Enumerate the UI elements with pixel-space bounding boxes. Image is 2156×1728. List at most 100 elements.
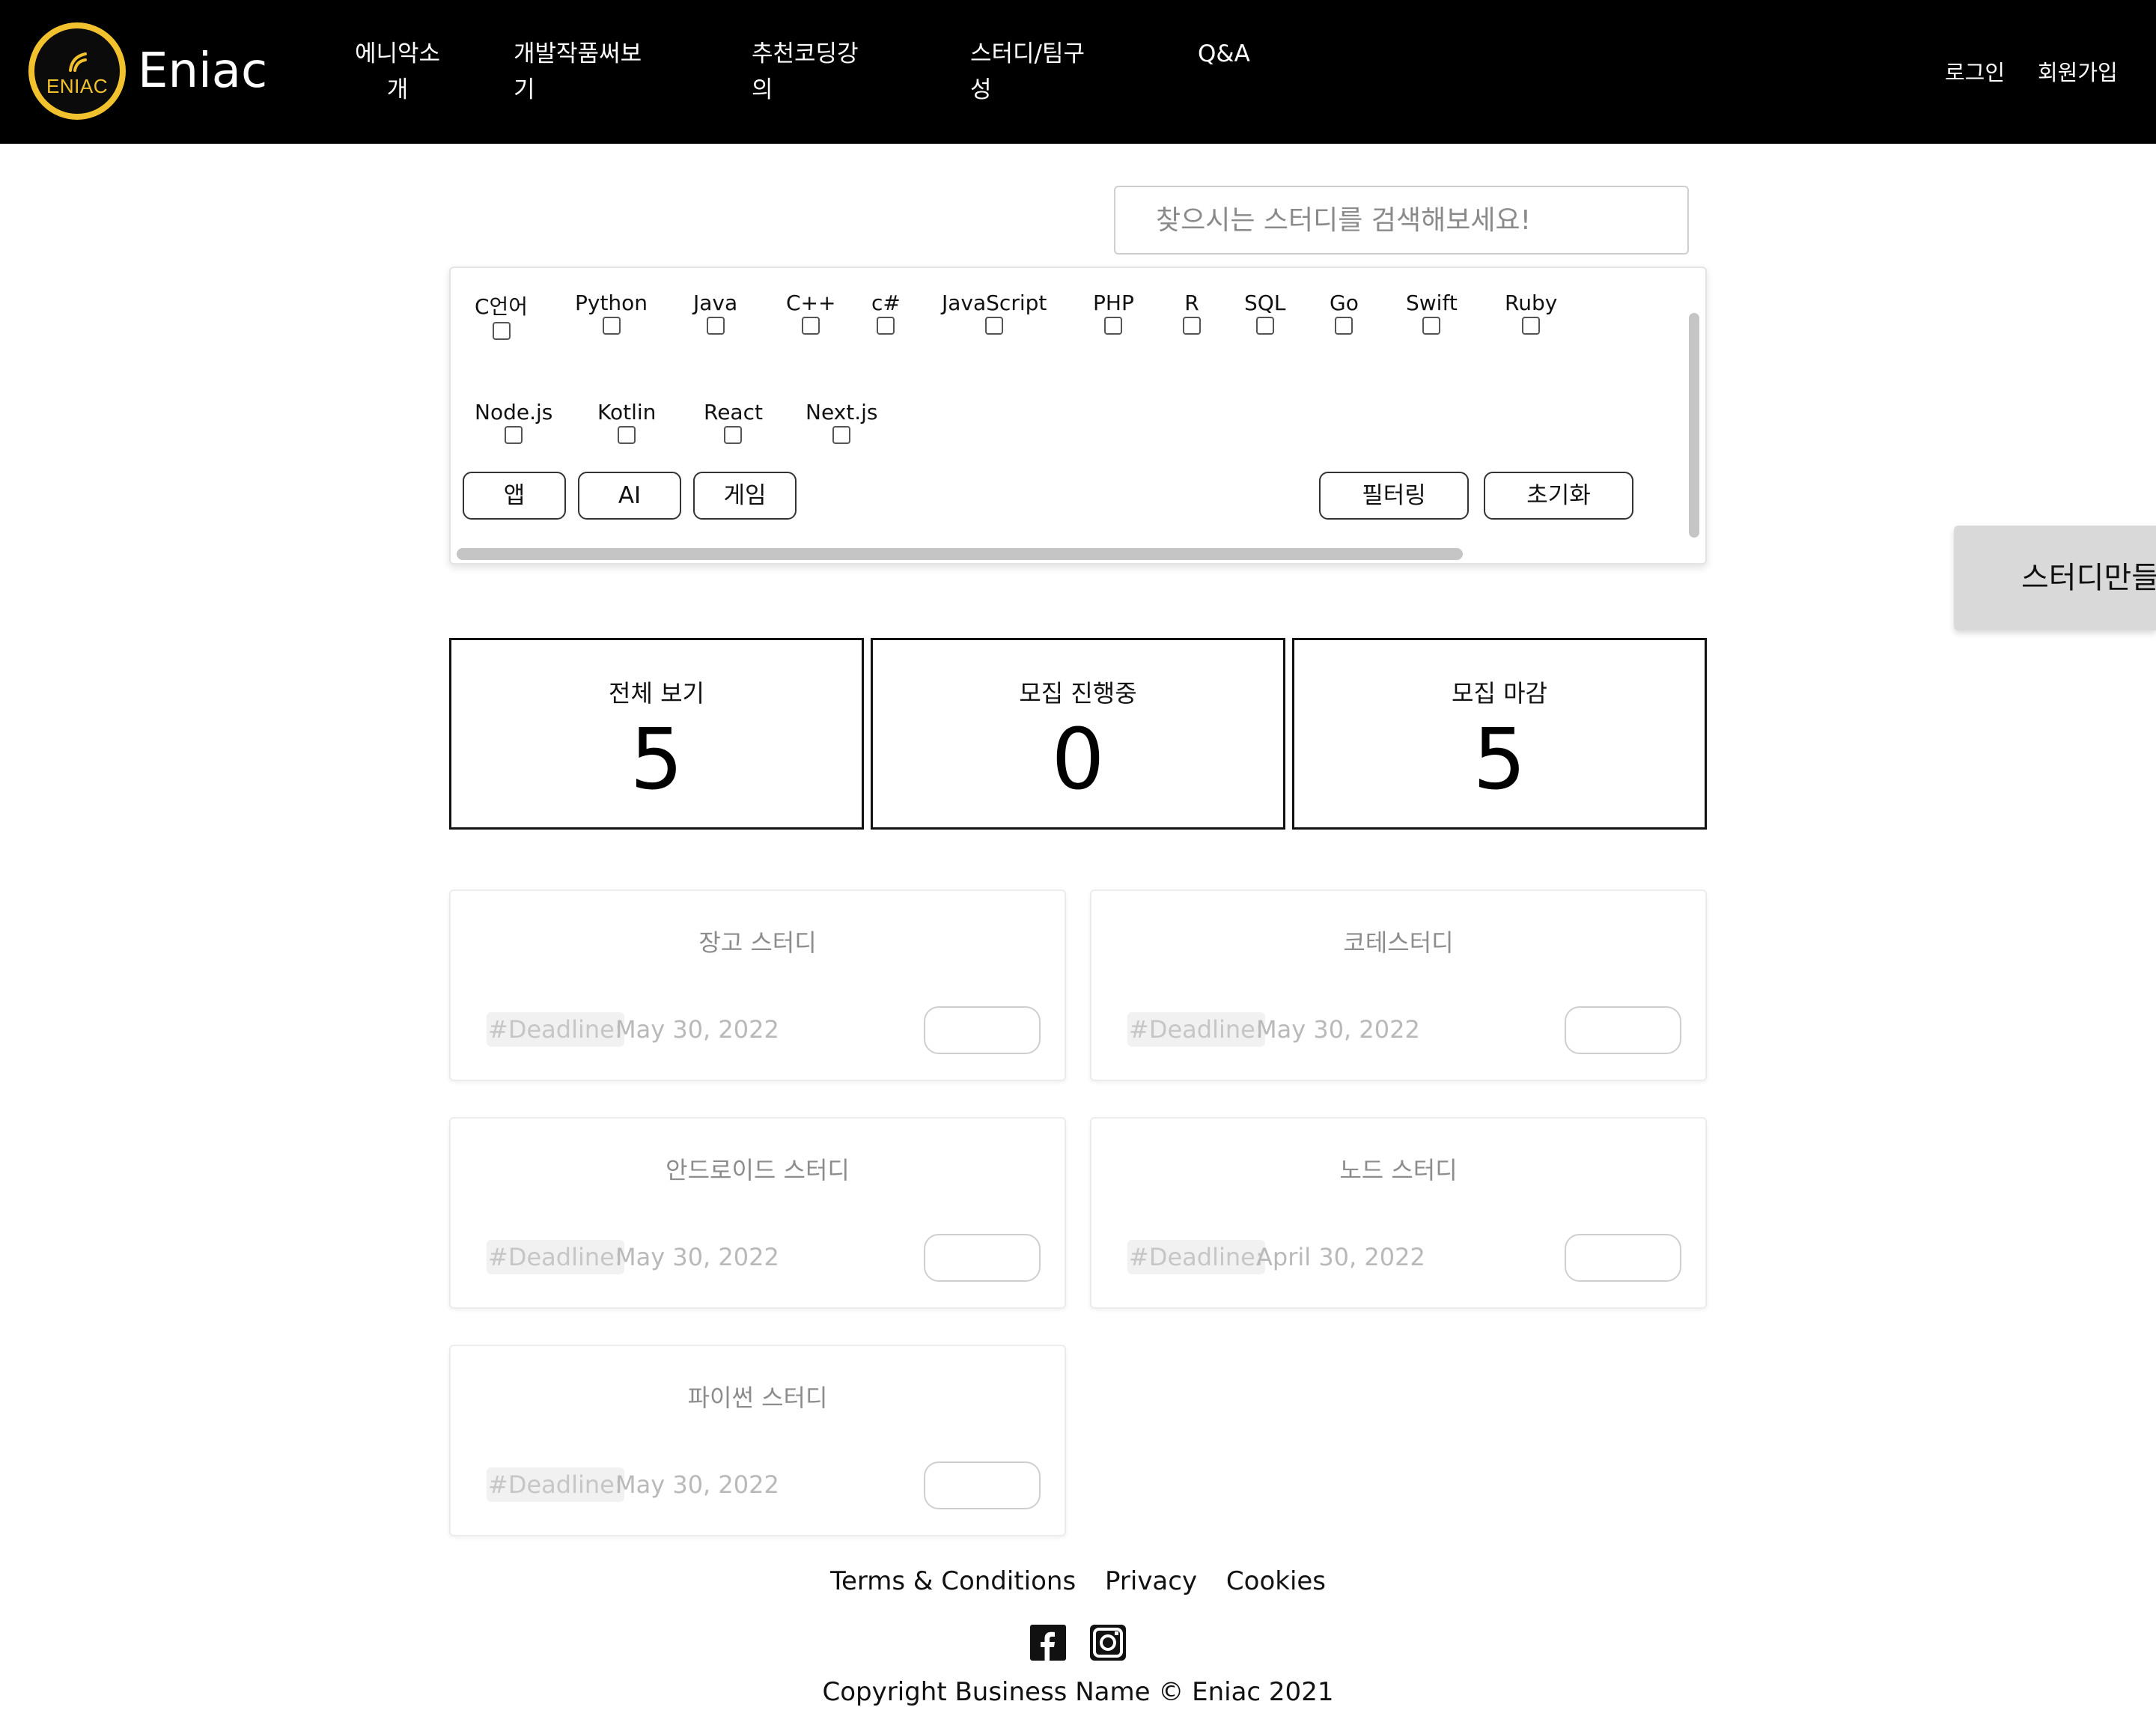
study-action-button[interactable] [924,1461,1041,1509]
reset-button[interactable]: 초기화 [1484,472,1633,520]
filter-button[interactable]: 필터링 [1319,472,1469,520]
lang-filter-cpp[interactable]: C++ [786,290,835,335]
study-action-button[interactable] [924,1234,1041,1282]
login-link[interactable]: 로그인 [1945,55,2005,87]
study-card[interactable]: 장고 스터디 #Deadline: May 30, 2022 [449,889,1066,1081]
lang-filter-nextjs[interactable]: Next.js [806,400,878,444]
cookies-link[interactable]: Cookies [1226,1566,1326,1596]
lang-filter-csharp[interactable]: c# [871,290,901,335]
study-action-button[interactable] [1565,1234,1681,1282]
lang-filter-javascript[interactable]: JavaScript [942,290,1047,335]
lang-filter-react[interactable]: React [704,400,763,444]
lang-label: R [1184,290,1199,315]
nav-label-line2: 의 [752,76,773,103]
study-title: 안드로이드 스터디 [666,1156,850,1184]
nav-label-line2: 성 [970,76,992,103]
eniac-logo[interactable]: ENIAC [28,22,126,120]
stat-recruiting[interactable]: 모집 진행중 0 [871,638,1285,830]
logo-text: ENIAC [46,75,108,97]
nav-item-qna[interactable]: Q&A [1198,36,1288,72]
stat-closed[interactable]: 모집 마감 5 [1292,638,1707,830]
deadline-tag: #Deadline: [487,1012,624,1047]
lang-filter-swift[interactable]: Swift [1406,290,1458,335]
lang-filter-python[interactable]: Python [575,290,648,335]
lang-label: Ruby [1505,290,1558,315]
lang-label: Python [575,290,648,315]
logo-arc-icon [69,52,87,72]
deadline-tag: #Deadline: [487,1467,624,1502]
lang-label: Go [1330,290,1359,315]
lang-checkbox[interactable] [985,317,1004,335]
lang-filter-c[interactable]: C언어 [475,290,528,340]
lang-checkbox[interactable] [802,317,820,335]
nav-label-line2: 기 [514,76,535,103]
deadline-tag: #Deadline: [1127,1012,1265,1047]
lang-filter-sql[interactable]: SQL [1244,290,1285,335]
lang-checkbox[interactable] [492,322,511,340]
lang-filter-go[interactable]: Go [1330,290,1359,335]
nav-item-lectures[interactable]: 추천코딩강 의 [752,36,871,108]
study-card[interactable]: 코테스터디 #Deadline: May 30, 2022 [1090,889,1707,1081]
study-title: 코테스터디 [1343,928,1454,957]
facebook-icon[interactable] [1030,1625,1066,1661]
lang-label: Next.js [806,400,878,425]
lang-label: c# [871,290,901,315]
study-card[interactable]: 파이썬 스터디 #Deadline: May 30, 2022 [449,1345,1066,1536]
lang-checkbox[interactable] [706,317,725,335]
lang-filter-php[interactable]: PHP [1093,290,1134,335]
nav-label-line2: 개 [386,76,409,103]
study-action-button[interactable] [1565,1006,1681,1054]
lang-checkbox[interactable] [1335,317,1353,335]
lang-checkbox[interactable] [505,426,523,444]
make-study-button[interactable]: 스터디만들기 [1954,526,2156,630]
nav-item-about[interactable]: 에니악소 개 [349,36,446,108]
lang-checkbox[interactable] [1183,317,1201,335]
lang-checkbox[interactable] [1522,317,1541,335]
stat-value: 5 [630,711,683,809]
lang-checkbox[interactable] [1255,317,1274,335]
lang-checkbox[interactable] [602,317,621,335]
lang-checkbox[interactable] [618,426,636,444]
study-title: 노드 스터디 [1339,1156,1458,1184]
study-card[interactable]: 노드 스터디 #Deadline: April 30, 2022 [1090,1117,1707,1309]
nav-label-line1: Q&A [1198,40,1250,67]
lang-filter-kotlin[interactable]: Kotlin [597,400,656,444]
stat-all[interactable]: 전체 보기 5 [449,638,864,830]
nav-label-line1: 에니악소 [354,40,441,67]
lang-checkbox[interactable] [724,426,743,444]
lang-filter-ruby[interactable]: Ruby [1505,290,1557,335]
study-action-button[interactable] [924,1006,1041,1054]
lang-label: Node.js [475,400,553,425]
nav-item-study-team[interactable]: 스터디/팀구 성 [970,36,1097,108]
instagram-icon[interactable] [1090,1625,1126,1661]
signup-link[interactable]: 회원가입 [2038,55,2118,87]
category-app-button[interactable]: 앱 [463,472,566,520]
privacy-link[interactable]: Privacy [1105,1566,1197,1596]
study-search-input[interactable] [1114,186,1689,255]
lang-label: C++ [786,290,836,315]
horizontal-scrollbar[interactable] [457,548,1463,560]
lang-filter-nodejs[interactable]: Node.js [475,400,552,444]
study-title: 파이썬 스터디 [687,1384,828,1412]
lang-checkbox[interactable] [877,317,895,335]
study-card[interactable]: 안드로이드 스터디 #Deadline: May 30, 2022 [449,1117,1066,1309]
deadline-date: May 30, 2022 [615,1243,779,1271]
vertical-scrollbar[interactable] [1689,313,1699,538]
deadline-tag: #Deadline: [487,1240,624,1274]
lang-filter-java[interactable]: Java [693,290,737,335]
lang-checkbox[interactable] [832,426,851,444]
lang-checkbox[interactable] [1422,317,1441,335]
lang-label: PHP [1093,290,1134,315]
category-ai-button[interactable]: AI [578,472,681,520]
nav-label-line1: 스터디/팀구 [970,40,1085,67]
deadline-date: May 30, 2022 [615,1015,779,1044]
nav-label-line1: 개발작품써보 [514,40,642,67]
lang-filter-r[interactable]: R [1183,290,1201,335]
filter-panel: C언어 Python Java C++ c# JavaScript PHP R … [449,267,1707,565]
category-game-button[interactable]: 게임 [693,472,797,520]
nav-item-projects[interactable]: 개발작품써보 기 [514,36,656,108]
brand-name[interactable]: Eniac [138,43,267,99]
lang-checkbox[interactable] [1104,317,1123,335]
stat-label: 모집 진행중 [1019,679,1137,708]
terms-link[interactable]: Terms & Conditions [830,1566,1076,1596]
